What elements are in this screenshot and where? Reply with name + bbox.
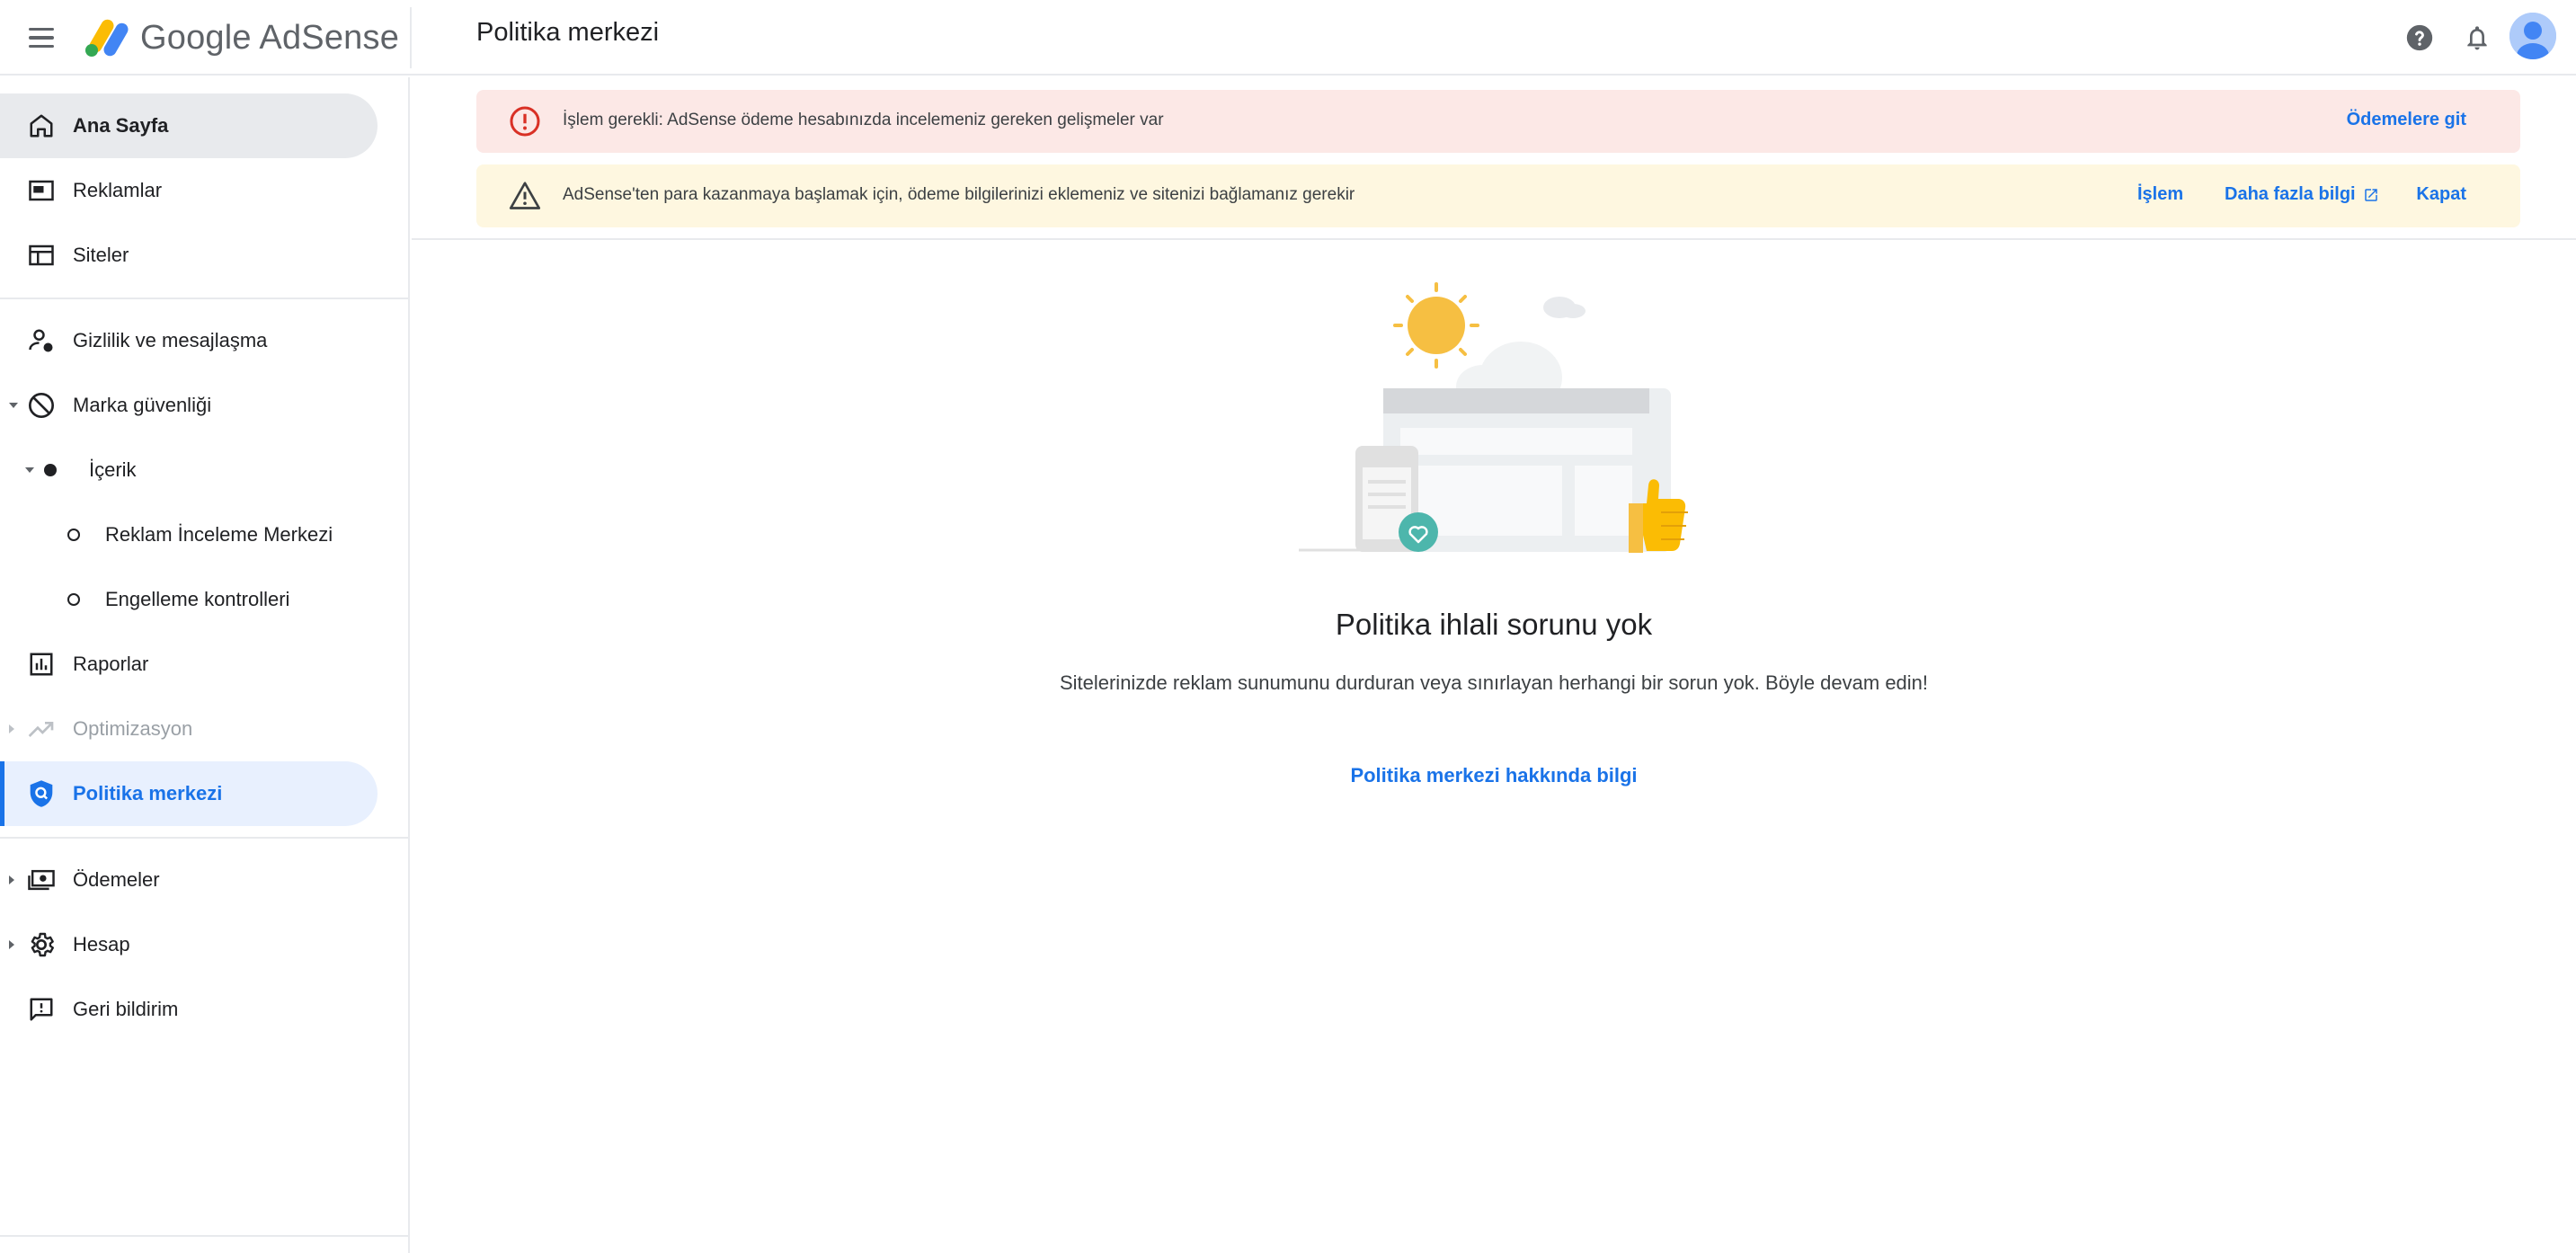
chevron-right-icon <box>9 940 14 949</box>
adsense-logo[interactable]: Google AdSense <box>83 13 399 63</box>
sidebar-item-payments[interactable]: Ödemeler <box>0 848 378 912</box>
error-icon <box>509 105 541 138</box>
sidebar-item-content[interactable]: İçerik <box>0 438 378 502</box>
menu-icon-bar <box>29 36 54 40</box>
filled-dot-icon <box>41 454 59 486</box>
external-link-icon <box>2364 188 2377 201</box>
header-divider <box>410 7 412 68</box>
main-menu-button[interactable] <box>25 20 61 56</box>
adsense-logo-icon <box>85 19 129 57</box>
sidebar-item-blocking-controls[interactable]: Engelleme kontrolleri <box>0 567 378 632</box>
hollow-dot-icon <box>65 519 83 551</box>
chevron-right-icon <box>9 875 14 884</box>
avatar-icon <box>2509 13 2556 59</box>
sidebar-divider <box>0 298 410 299</box>
sidebar-item-ads[interactable]: Reklamlar <box>0 158 378 223</box>
help-icon <box>2406 24 2433 51</box>
page-title: Politika merkezi <box>476 18 660 47</box>
sidebar-item-reports[interactable]: Raporlar <box>0 632 378 697</box>
account-avatar[interactable] <box>2509 13 2556 59</box>
sidebar-item-label: Ödemeler <box>73 868 160 891</box>
sidebar-divider <box>0 837 410 839</box>
chevron-right-icon <box>9 724 14 733</box>
gear-icon <box>25 929 58 961</box>
learn-more-link[interactable]: Daha fazla bilgi <box>2225 184 2379 205</box>
trending-up-icon <box>25 713 58 745</box>
sidebar-item-policy-center[interactable]: Politika merkezi <box>0 761 378 826</box>
sidebar-item-label: Ana Sayfa <box>73 114 169 137</box>
bar-chart-icon <box>25 648 58 680</box>
sidebar-item-label: Reklam İnceleme Merkezi <box>105 523 333 546</box>
sidebar-item-label: Reklamlar <box>73 179 163 201</box>
sidebar-item-label: İçerik <box>89 458 137 481</box>
banner-message: İşlem gerekli: AdSense ödeme hesabınızda… <box>563 111 1164 129</box>
hollow-dot-icon <box>65 583 83 616</box>
logo-text: Google AdSense <box>140 18 400 57</box>
chevron-down-icon <box>9 403 18 408</box>
empty-state-description: Sitelerinizde reklam sunumunu durduran v… <box>1059 671 1929 694</box>
privacy-user-icon <box>25 324 58 357</box>
go-to-payments-link[interactable]: Ödemelere git <box>2347 110 2466 130</box>
sites-icon <box>25 239 58 271</box>
notifications-button[interactable] <box>2457 18 2497 58</box>
learn-more-label: Daha fazla bilgi <box>2225 184 2356 204</box>
chevron-down-icon <box>25 467 34 473</box>
sidebar-item-label: Politika merkezi <box>73 782 223 804</box>
payments-icon <box>25 864 58 896</box>
sidebar-item-label: Siteler <box>73 244 129 266</box>
policy-shield-icon <box>25 778 58 810</box>
menu-icon-bar <box>29 27 54 31</box>
content-divider <box>412 238 2576 240</box>
sidebar-item-label: Optimizasyon <box>73 717 193 740</box>
sidebar-item-ad-review-center[interactable]: Reklam İnceleme Merkezi <box>0 502 378 567</box>
sidebar-bottom-divider <box>0 1235 410 1237</box>
top-app-bar: Google AdSense Politika merkezi <box>0 0 2576 76</box>
menu-icon-bar <box>29 44 54 49</box>
sidebar-item-label: Hesap <box>73 933 130 955</box>
ads-icon <box>25 174 58 207</box>
sidebar-item-label: Engelleme kontrolleri <box>105 588 290 610</box>
block-icon <box>25 389 58 422</box>
bell-icon <box>2467 26 2487 50</box>
policy-center-info-link: Politika merkezi hakkında bilgi <box>412 764 2576 787</box>
empty-state-title: Politika ihlali sorunu yok <box>1335 608 1653 641</box>
policy-center-info-link-text[interactable]: Politika merkezi hakkında bilgi <box>1350 764 1637 786</box>
feedback-icon <box>25 993 58 1026</box>
banner-message: AdSense'ten para kazanmaya başlamak için… <box>563 185 1355 204</box>
action-required-banner: İşlem gerekli: AdSense ödeme hesabınızda… <box>476 90 2520 153</box>
home-icon <box>25 110 58 142</box>
sidebar-item-account[interactable]: Hesap <box>0 912 378 977</box>
sidebar-item-sites[interactable]: Siteler <box>0 223 378 288</box>
sidebar-item-optimization[interactable]: Optimizasyon <box>0 697 378 761</box>
setup-warning-banner: AdSense'ten para kazanmaya başlamak için… <box>476 164 2520 227</box>
sidebar-item-label: Raporlar <box>73 653 149 675</box>
sidebar-item-feedback[interactable]: Geri bildirim <box>0 977 378 1042</box>
sidebar-item-label: Marka güvenliği <box>73 394 212 416</box>
close-banner-button[interactable]: Kapat <box>2416 184 2466 205</box>
no-issues-illustration <box>1299 282 1688 553</box>
sidebar-item-label: Gizlilik ve mesajlaşma <box>73 329 268 351</box>
sidebar-item-brand-safety[interactable]: Marka güvenliği <box>0 373 378 438</box>
action-link[interactable]: İşlem <box>2137 184 2183 205</box>
sidebar-item-home[interactable]: Ana Sayfa <box>0 93 378 158</box>
help-button[interactable] <box>2400 18 2439 58</box>
sidebar-nav: Ana Sayfa Reklamlar Siteler Gizlilik ve … <box>0 77 410 1253</box>
sidebar-item-privacy[interactable]: Gizlilik ve mesajlaşma <box>0 308 378 373</box>
sidebar-item-label: Geri bildirim <box>73 998 179 1020</box>
warning-icon <box>509 180 541 212</box>
